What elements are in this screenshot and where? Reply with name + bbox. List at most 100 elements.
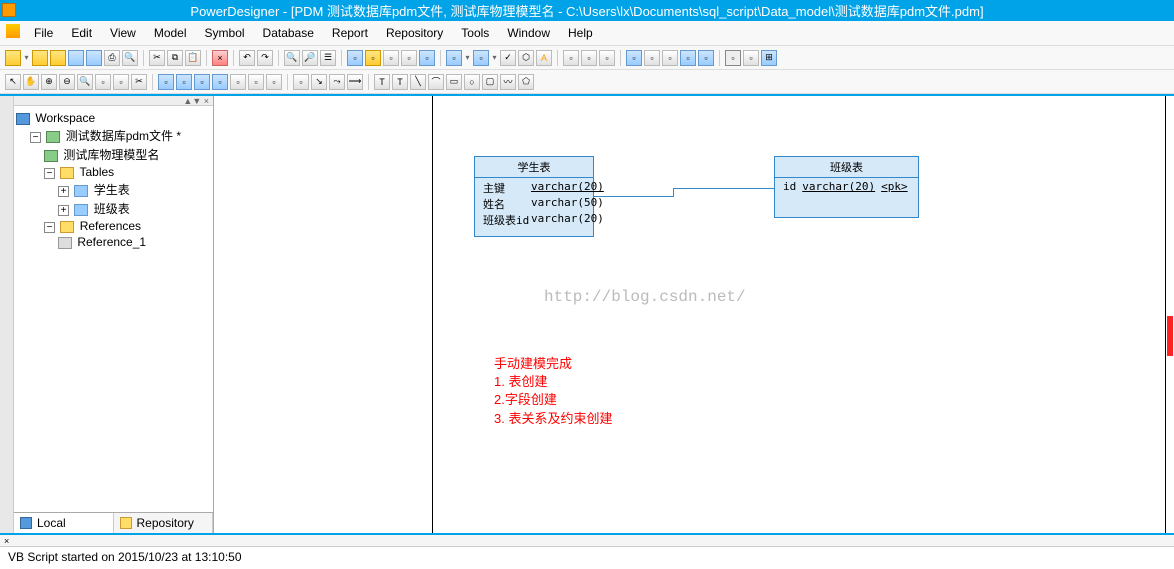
save-icon[interactable] [68, 50, 84, 66]
properties-icon[interactable]: ☰ [320, 50, 336, 66]
display-pref-icon[interactable]: ▫ [662, 50, 678, 66]
table-grid-icon[interactable]: ⊞ [761, 50, 777, 66]
expand-icon[interactable]: + [58, 205, 69, 216]
tree-workspace[interactable]: Workspace [16, 110, 211, 126]
object-tree[interactable]: Workspace − 测试数据库pdm文件 * 测试库物理模型名 − Tabl… [14, 106, 213, 512]
welcome-icon[interactable]: ▫ [401, 50, 417, 66]
zoom-area-icon[interactable]: 🔍 [77, 74, 93, 90]
menu-help[interactable]: Help [560, 24, 601, 42]
tree-tables-folder[interactable]: − Tables [16, 164, 211, 180]
symbol-format-icon[interactable]: ▫ [680, 50, 696, 66]
text-icon[interactable]: T [392, 74, 408, 90]
zoom-out-icon[interactable]: ⊖ [59, 74, 75, 90]
new-icon[interactable] [5, 50, 21, 66]
open-diagram-icon[interactable]: ▫ [95, 74, 111, 90]
view-ref-icon[interactable]: ▫ [230, 74, 246, 90]
entity-class[interactable]: 班级表 id varchar(20) <pk> [774, 156, 919, 218]
save-all-icon[interactable] [86, 50, 102, 66]
project-icon[interactable] [32, 50, 48, 66]
note-icon[interactable]: ▫ [293, 74, 309, 90]
package-icon[interactable]: ▫ [158, 74, 174, 90]
tree-project[interactable]: − 测试数据库pdm文件 * [16, 126, 211, 145]
dropdown-icon[interactable]: ▾ [464, 53, 471, 62]
menu-database[interactable]: Database [255, 24, 322, 42]
tab-local[interactable]: Local [14, 513, 114, 533]
check-model-icon[interactable]: ✓ [500, 50, 516, 66]
procedure-icon[interactable]: ▫ [248, 74, 264, 90]
ungroup-icon[interactable]: ▫ [743, 50, 759, 66]
reference-icon[interactable]: ▫ [212, 74, 228, 90]
copy-icon[interactable]: ⧉ [167, 50, 183, 66]
grabber-icon[interactable]: ✋ [23, 74, 39, 90]
browser-icon[interactable]: ▫ [347, 50, 363, 66]
title-icon[interactable]: T [374, 74, 390, 90]
print-icon[interactable]: ⎙ [104, 50, 120, 66]
menu-symbol[interactable]: Symbol [197, 24, 253, 42]
menu-document-icon[interactable] [6, 24, 20, 38]
collapse-icon[interactable]: − [44, 222, 55, 233]
pointer-icon[interactable]: ↖ [5, 74, 21, 90]
find-in-diagram-icon[interactable]: 🔎 [302, 50, 318, 66]
zoom-in-icon[interactable]: ⊕ [41, 74, 57, 90]
select-all-icon[interactable]: ▫ [626, 50, 642, 66]
redo-icon[interactable]: ↷ [257, 50, 273, 66]
fit-icon[interactable]: ▫ [698, 50, 714, 66]
result-list-icon[interactable]: ▫ [383, 50, 399, 66]
cut-icon[interactable]: ✂ [149, 50, 165, 66]
rectangle-icon[interactable]: ▭ [446, 74, 462, 90]
connect-icon[interactable]: ▫ [446, 50, 462, 66]
polygon-icon[interactable]: ⬠ [518, 74, 534, 90]
collapse-icon[interactable]: − [30, 132, 41, 143]
paste-icon[interactable]: 📋 [185, 50, 201, 66]
menu-edit[interactable]: Edit [63, 24, 100, 42]
tree-ref-1[interactable]: Reference_1 [16, 234, 211, 250]
diagram-icon[interactable]: ▫ [419, 50, 435, 66]
menu-report[interactable]: Report [324, 24, 376, 42]
auto-layout-icon[interactable]: ▫ [644, 50, 660, 66]
tree-table-class[interactable]: + 班级表 [16, 199, 211, 218]
polyline-icon[interactable]: 〰 [500, 74, 516, 90]
file-icon[interactable]: ▫ [266, 74, 282, 90]
properties2-icon[interactable]: ▫ [113, 74, 129, 90]
traceability-icon[interactable]: ⟶ [347, 74, 363, 90]
menu-tools[interactable]: Tools [453, 24, 497, 42]
ellipse-icon[interactable]: ○ [464, 74, 480, 90]
rounded-rect-icon[interactable]: ▢ [482, 74, 498, 90]
view-icon[interactable]: ▫ [194, 74, 210, 90]
panel-handle[interactable]: ▲▼ × [14, 96, 213, 106]
dropdown-icon[interactable]: ▾ [491, 53, 498, 62]
group-icon[interactable]: ▫ [725, 50, 741, 66]
line-icon[interactable]: ╲ [410, 74, 426, 90]
close-panel-icon[interactable]: × [4, 536, 9, 546]
preview-icon[interactable]: 🔍 [122, 50, 138, 66]
reference-line[interactable] [594, 196, 674, 197]
tree-table-student[interactable]: + 学生表 [16, 180, 211, 199]
edit-sql-icon[interactable]: A [536, 50, 552, 66]
menu-model[interactable]: Model [146, 24, 195, 42]
disconnect-icon[interactable]: ▫ [473, 50, 489, 66]
merge-icon[interactable]: ▫ [599, 50, 615, 66]
delete-icon[interactable]: × [212, 50, 228, 66]
undo-icon[interactable]: ↶ [239, 50, 255, 66]
menu-window[interactable]: Window [499, 24, 558, 42]
table-icon[interactable]: ▫ [176, 74, 192, 90]
open-icon[interactable] [50, 50, 66, 66]
tree-refs-folder[interactable]: − References [16, 218, 211, 234]
link-icon[interactable]: ↘ [311, 74, 327, 90]
menu-repository[interactable]: Repository [378, 24, 451, 42]
find-icon[interactable]: 🔍 [284, 50, 300, 66]
menu-view[interactable]: View [102, 24, 144, 42]
impact-icon[interactable]: ⬡ [518, 50, 534, 66]
output-handle[interactable]: × [0, 535, 1174, 547]
diagram-canvas[interactable]: 学生表 主键 varchar(20) 姓名 varchar(50) 班级表id … [214, 96, 1174, 533]
tab-repository[interactable]: Repository [114, 513, 214, 533]
tree-model[interactable]: 测试库物理模型名 [16, 145, 211, 164]
arc-icon[interactable]: ⌒ [428, 74, 444, 90]
dropdown-icon[interactable]: ▾ [23, 53, 30, 62]
dependency-icon[interactable]: ⤳ [329, 74, 345, 90]
collapse-icon[interactable]: − [44, 168, 55, 179]
reverse-icon[interactable]: ▫ [581, 50, 597, 66]
generate-icon[interactable]: ▫ [563, 50, 579, 66]
expand-icon[interactable]: + [58, 186, 69, 197]
menu-file[interactable]: File [26, 24, 61, 42]
